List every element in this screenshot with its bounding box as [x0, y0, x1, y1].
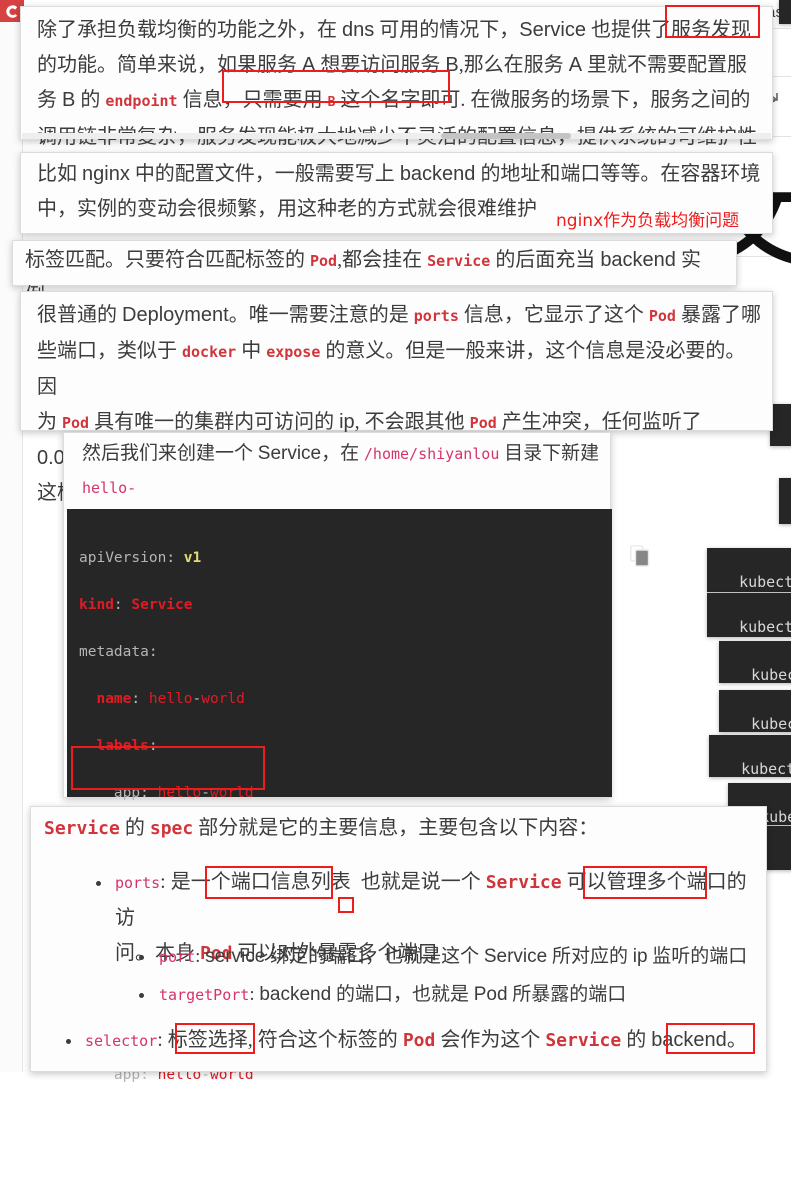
card5-line-1: 然后我们来创建一个 Service，在 /home/shiyanlou 目录下新… — [82, 443, 600, 497]
chip-kubectl-b[interactable]: kubectl — [719, 690, 791, 732]
card4-line-2: 些端口，类似于 docker 中 expose 的意义。但是一般来讲，这个信息是… — [37, 340, 746, 398]
card4-line-1: 很普通的 Deployment。唯一需要注意的是 ports 信息，它显示了这个… — [37, 304, 761, 326]
code-line-2: kind: Service — [79, 596, 193, 613]
service-spec-explanation-card: Service 的 spec 部分就是它的主要信息，主要包含以下内容： Serv… — [30, 806, 767, 1072]
create-service-card: 然后我们来创建一个 Service，在 /home/shiyanlou 目录下新… — [63, 432, 650, 1083]
chip-kubectl-run[interactable]: kubectl r — [709, 735, 791, 777]
label-match-paragraph-card: 标签匹配。只要符合匹配标签的 Pod,都会挂在 Service 的后面充当 ba… — [12, 240, 737, 307]
card1-line-1: 除了承担负载均衡的功能之外，在 dns 可用的情况下，Service 也提供了服… — [37, 19, 751, 41]
list-item: selector: 标签选择, 符合这个标签的 Pod 会作为这个 Servic… — [59, 1023, 759, 1059]
code-line-5: labels: — [96, 737, 158, 754]
spec-intro-line: Service 的 spec 部分就是它的主要信息，主要包含以下内容： — [44, 817, 599, 839]
code-line-6: app: hello-world — [113, 784, 254, 801]
chip-text: kubectl r — [741, 760, 791, 777]
card2-line-1: 比如 nginx 中的配置文件，一般需要写上 backend 的地址和端口等等。… — [37, 163, 761, 185]
annotation-label-nginx: nginx作为负载均衡问题 — [556, 211, 740, 231]
chip-kubectl-d[interactable]: ku — [764, 826, 791, 870]
list-item: targetPort: backend 的端口，也就是 Pod 所暴露的端口 — [111, 977, 761, 1013]
copy-icon[interactable] — [578, 521, 650, 567]
code-line-1: apiVersion: v1 — [79, 549, 202, 566]
ports-bullet-line-1: ports: 是一个端口信息列表 也就是说一个 Service 可以管理多个端口… — [115, 871, 747, 929]
code-line-4: name: hello-world — [96, 690, 245, 707]
chip-text: kubectl se — [739, 573, 791, 591]
card1-line-3: 务 B 的 endpoint 信息，只需要用 B 这个名字即可. 在微服务的场景… — [37, 89, 751, 111]
hello-svc-yaml-code-block: apiVersion: v1 kind: Service metadata: n… — [67, 509, 650, 1083]
chip-kubectl-blank[interactable] — [779, 478, 791, 524]
service-discovery-paragraph-card: 除了承担负载均衡的功能之外，在 dns 可用的情况下，Service 也提供了服… — [20, 6, 773, 148]
deployment-ports-paragraph-card: 很普通的 Deployment。唯一需要注意的是 ports 信息，它显示了这个… — [20, 291, 773, 504]
chip-text: kubectl ex — [739, 618, 791, 636]
port-sub-line: port: service 绑定的端口，也就是这个 Service 所对应的 i… — [159, 946, 748, 967]
chip-kubectl-e[interactable]: ku — [779, 0, 791, 24]
chip-text: kubectl — [751, 715, 791, 732]
horizontal-scrollbar[interactable] — [441, 133, 571, 139]
chip-kubectl-se[interactable]: kubectl se — [707, 548, 791, 592]
list-item: port: service 绑定的端口，也就是这个 Service 所对应的 i… — [111, 939, 761, 975]
chip-kubectl-a[interactable]: kubectl — [719, 641, 791, 683]
targetport-sub-line: targetPort: backend 的端口，也就是 Pod 所暴露的端口 — [159, 984, 627, 1005]
card1-line-2: 的功能。简单来说，如果服务 A 想要访问服务 B,那么在服务 A 里就不需要配置… — [37, 54, 748, 76]
chip-text: kubectl — [751, 666, 791, 683]
chip-kubectl-top[interactable]: kubectl — [770, 404, 791, 446]
chip-kubectl-ex[interactable]: kubectl ex — [707, 593, 791, 637]
selector-bullet-line: selector: 标签选择, 符合这个标签的 Pod 会作为这个 Servic… — [85, 1029, 747, 1051]
code-line-3: metadata: — [79, 643, 158, 660]
